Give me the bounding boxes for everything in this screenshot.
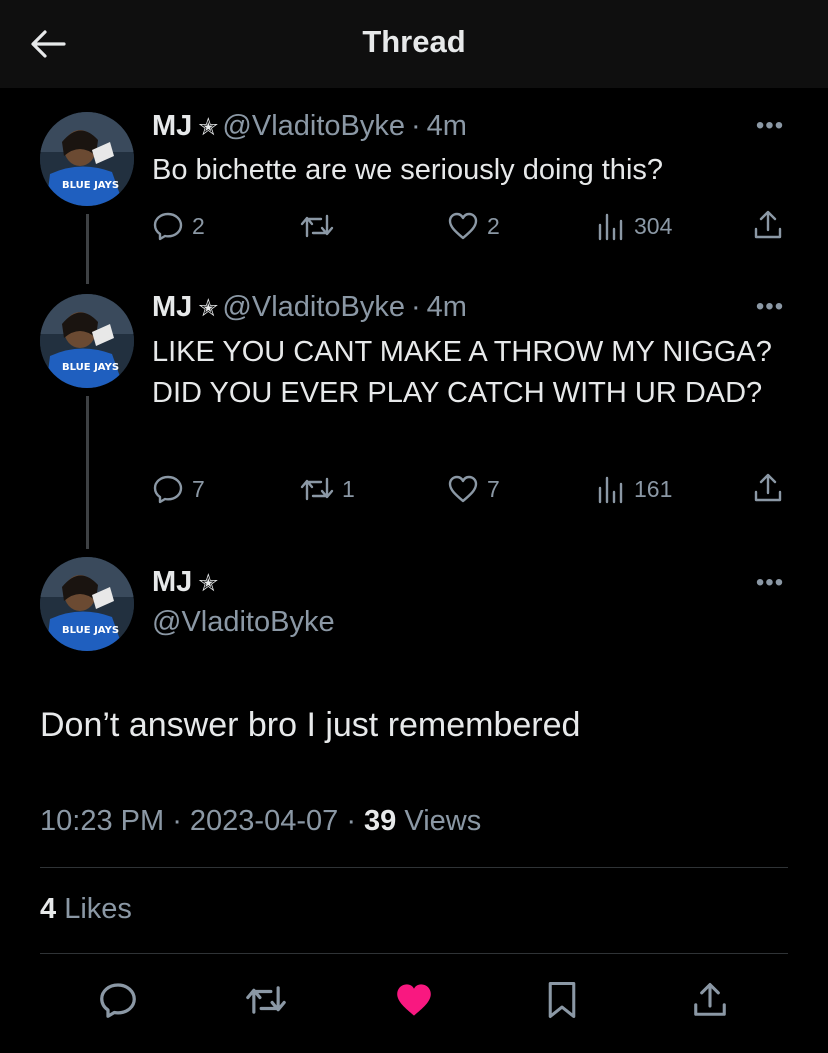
- more-icon[interactable]: •••: [750, 295, 790, 319]
- reply-icon: [153, 475, 183, 504]
- svg-text:BLUE JAYS: BLUE JAYS: [62, 362, 119, 373]
- display-name[interactable]: MJ: [152, 291, 192, 323]
- top-bar: Thread: [0, 0, 828, 88]
- reply-button[interactable]: 7: [152, 474, 205, 504]
- bookmark-button[interactable]: [540, 978, 584, 1022]
- badge-icon: ✭: [198, 114, 219, 141]
- divider: [40, 953, 788, 954]
- retweet-icon: [300, 477, 334, 501]
- like-button[interactable]: 2: [447, 211, 500, 241]
- more-icon[interactable]: •••: [750, 571, 790, 595]
- separator: ·: [411, 291, 421, 323]
- bookmark-icon: [548, 982, 576, 1018]
- share-button[interactable]: [752, 209, 784, 241]
- display-name[interactable]: MJ: [152, 110, 192, 142]
- tweet-text: Bo bichette are we seriously doing this?: [152, 154, 664, 186]
- likes-label: Likes: [56, 893, 132, 925]
- handle[interactable]: @VladitoByke: [222, 110, 405, 142]
- tweet-text: Don’t answer bro I just remembered: [40, 706, 581, 744]
- avatar[interactable]: BLUE JAYS: [40, 112, 134, 206]
- share-icon: [754, 210, 782, 239]
- retweet-button[interactable]: 1: [300, 475, 355, 503]
- separator: ·: [411, 110, 421, 142]
- tweet-text: LIKE YOU CANT MAKE A THROW MY NIGGA? DID…: [152, 336, 772, 409]
- handle[interactable]: @VladitoByke: [152, 606, 335, 639]
- retweet-button[interactable]: [300, 212, 342, 240]
- share-icon: [694, 983, 726, 1016]
- share-button[interactable]: [752, 472, 784, 504]
- likes-count: 4: [40, 893, 57, 925]
- reply-icon: [100, 983, 136, 1018]
- separator: ·: [338, 805, 365, 837]
- avatar[interactable]: BLUE JAYS: [40, 294, 134, 388]
- reply-button[interactable]: [96, 978, 140, 1022]
- views-button[interactable]: 161: [596, 474, 672, 504]
- reply-count: 2: [192, 212, 205, 239]
- views-label: Views: [396, 805, 482, 837]
- view-count: 161: [634, 475, 673, 502]
- like-count: 2: [487, 212, 500, 239]
- like-button[interactable]: [392, 978, 436, 1022]
- thread-line: [86, 396, 89, 549]
- like-button[interactable]: 7: [447, 474, 500, 504]
- analytics-icon: [598, 476, 623, 504]
- heart-icon: [448, 212, 478, 240]
- handle[interactable]: @VladitoByke: [222, 291, 405, 323]
- page-title: Thread: [362, 24, 466, 59]
- more-icon[interactable]: •••: [750, 114, 790, 138]
- share-icon: [754, 473, 782, 502]
- timestamp[interactable]: 4m: [427, 291, 467, 323]
- reply-button[interactable]: 2: [152, 211, 205, 241]
- like-count: 7: [487, 475, 500, 502]
- tweet-header: MJ ✭ @VladitoByke · 4m: [152, 110, 467, 143]
- retweet-icon: [300, 214, 334, 238]
- heart-icon: [448, 475, 478, 503]
- views-button[interactable]: 304: [596, 211, 672, 241]
- divider: [40, 867, 788, 868]
- badge-icon: ✭: [198, 570, 219, 597]
- retweet-icon: [246, 986, 286, 1014]
- thread-line: [86, 214, 89, 284]
- badge-icon: ✭: [198, 295, 219, 322]
- tweet-timestamp: 10:23 PM · 2023-04-07 · 39 Views: [40, 805, 481, 838]
- view-count: 304: [634, 212, 673, 239]
- reply-icon: [153, 212, 183, 241]
- display-name[interactable]: MJ ✭: [152, 566, 218, 599]
- svg-text:BLUE JAYS: BLUE JAYS: [62, 625, 119, 636]
- time[interactable]: 10:23 PM: [40, 805, 164, 837]
- display-name-text: MJ: [152, 566, 193, 598]
- retweet-count: 1: [342, 475, 355, 502]
- avatar[interactable]: BLUE JAYS: [40, 557, 134, 651]
- svg-text:BLUE JAYS: BLUE JAYS: [62, 180, 119, 191]
- separator: ·: [164, 805, 190, 837]
- timestamp[interactable]: 4m: [427, 110, 467, 142]
- reply-count: 7: [192, 475, 205, 502]
- tweet-header: MJ ✭ @VladitoByke · 4m: [152, 291, 467, 324]
- analytics-icon: [598, 213, 623, 241]
- retweet-button[interactable]: [244, 978, 288, 1022]
- heart-filled-icon: [397, 984, 431, 1016]
- date[interactable]: 2023-04-07: [190, 805, 338, 837]
- views-count: 39: [364, 805, 397, 837]
- share-button[interactable]: [688, 978, 732, 1022]
- likes-summary[interactable]: 4 Likes: [40, 893, 132, 926]
